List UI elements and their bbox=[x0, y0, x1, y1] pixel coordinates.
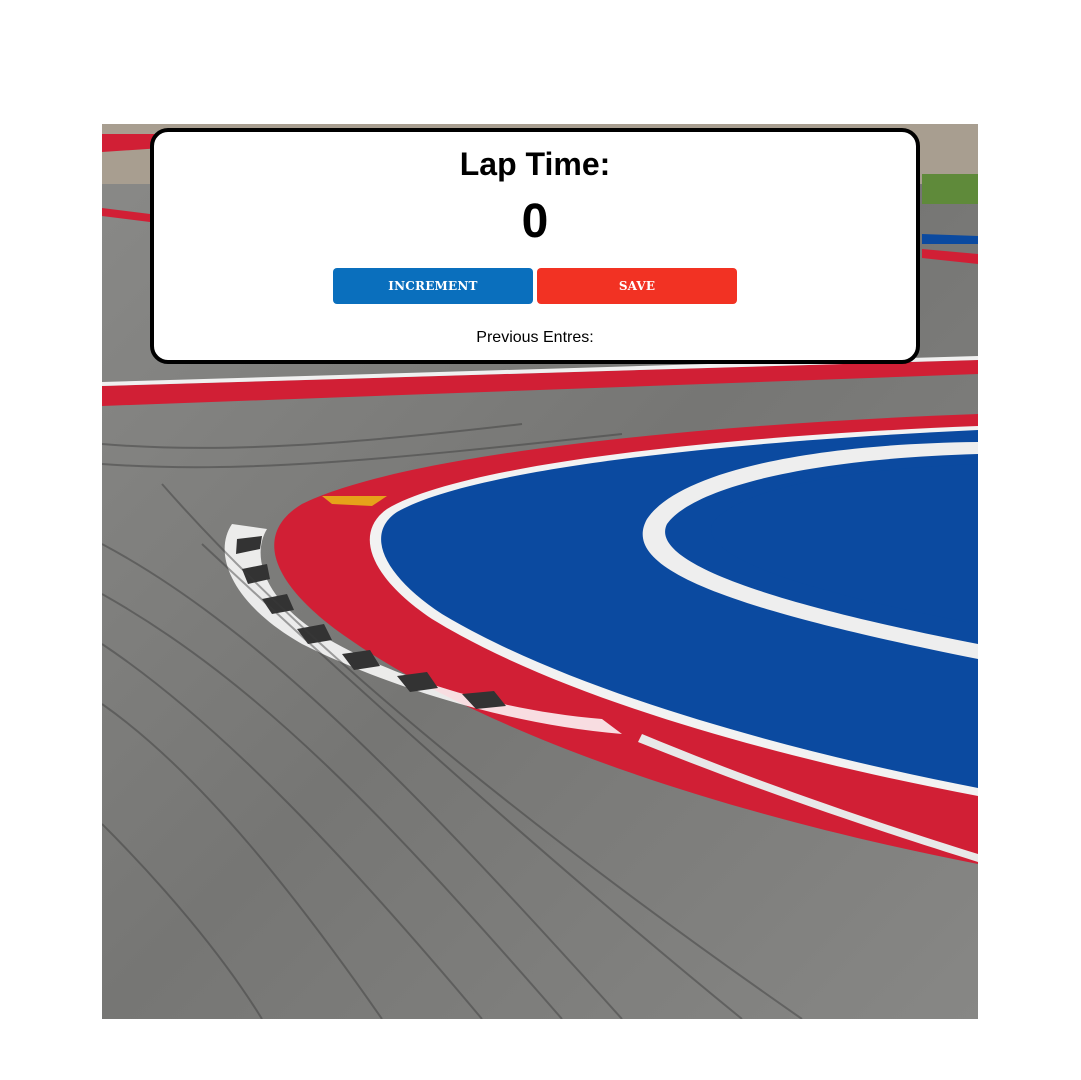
lap-time-title: Lap Time: bbox=[459, 146, 611, 182]
save-button[interactable]: SAVE bbox=[537, 268, 737, 304]
page: Lap Time: 0 INCREMENT SAVE Previous Entr… bbox=[0, 0, 1081, 1080]
button-row: INCREMENT SAVE bbox=[154, 268, 916, 304]
previous-entries-label: Previous Entres: bbox=[476, 329, 594, 346]
lap-time-card: Lap Time: 0 INCREMENT SAVE Previous Entr… bbox=[150, 128, 920, 364]
increment-button[interactable]: INCREMENT bbox=[333, 268, 533, 304]
lap-counter-value: 0 bbox=[521, 195, 549, 248]
